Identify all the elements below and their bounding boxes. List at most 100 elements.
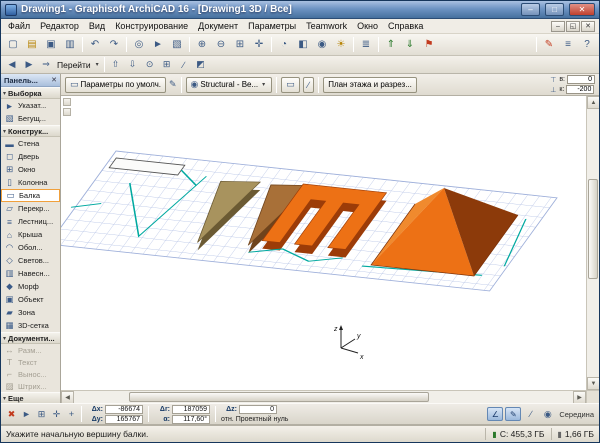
- menu-file[interactable]: Файл: [3, 20, 35, 32]
- arrow-tool-button[interactable]: ►: [149, 36, 167, 53]
- guide-lines-button[interactable]: ∕: [176, 57, 192, 72]
- forward-button[interactable]: ▶: [21, 57, 37, 72]
- menu-document[interactable]: Документ: [193, 20, 243, 32]
- snap-point-icon[interactable]: ◉: [540, 406, 555, 422]
- toolbox-item-wall[interactable]: ▬ Стена: [1, 137, 60, 150]
- vertical-scrollbar[interactable]: ▲ ▼: [586, 96, 599, 390]
- scroll-down-button[interactable]: ▼: [587, 377, 599, 390]
- toolbox-item-morph[interactable]: ◆ Морф: [1, 280, 60, 293]
- menu-help[interactable]: Справка: [383, 20, 428, 32]
- cancel-button[interactable]: ✖: [4, 406, 19, 422]
- toolbox-section-document[interactable]: ▾ Документи...: [1, 332, 60, 344]
- menu-view[interactable]: Вид: [84, 20, 110, 32]
- minimize-button[interactable]: –: [521, 3, 540, 16]
- pan-button[interactable]: ✛: [250, 36, 268, 53]
- horizontal-scrollbar[interactable]: ◀ ▶: [61, 390, 586, 403]
- mdi-close-button[interactable]: ✕: [581, 21, 595, 32]
- titlebar[interactable]: Drawing1 - Graphisoft ArchiCAD 16 - [Dra…: [1, 1, 599, 19]
- redo-button[interactable]: ↷: [105, 36, 123, 53]
- dr-input[interactable]: 187059: [172, 405, 210, 414]
- save-button[interactable]: ▣: [42, 36, 60, 53]
- toolbox-item-slab[interactable]: ▱ Перекр...: [1, 202, 60, 215]
- teamwork-send-button[interactable]: ⇑: [382, 36, 400, 53]
- 3d-viewport[interactable]: z y x ▲ ▼ ◀ ▶: [61, 96, 599, 403]
- guide-icon[interactable]: ∕: [523, 406, 538, 422]
- zoom-select-button[interactable]: ⊙: [142, 57, 158, 72]
- top-offset-input[interactable]: 0: [567, 75, 595, 84]
- open-folder-button[interactable]: ▤: [23, 36, 41, 53]
- layer-settings-button[interactable]: ≣: [357, 36, 375, 53]
- mdi-minimize-button[interactable]: –: [551, 21, 565, 32]
- new-file-button[interactable]: ▢: [4, 36, 22, 53]
- toolbox-section-selection[interactable]: ▾ Выборка: [1, 87, 60, 99]
- toolbox-item-shell[interactable]: ◠ Обол...: [1, 241, 60, 254]
- back-button[interactable]: ◀: [4, 57, 20, 72]
- fit-in-window-button[interactable]: ⊞: [231, 36, 249, 53]
- reference-level-label[interactable]: отн. Проектный нуль: [221, 416, 288, 423]
- menu-design[interactable]: Конструирование: [110, 20, 193, 32]
- toolbox-item-door[interactable]: ◻ Дверь: [1, 150, 60, 163]
- toolbox-item-curtain-wall[interactable]: ▥ Навесн...: [1, 267, 60, 280]
- story-down-button[interactable]: ⇩: [125, 57, 141, 72]
- angle-input[interactable]: 117,60°: [172, 415, 210, 424]
- favorites-dropdown[interactable]: ◉ Structural - Be... ▾: [186, 77, 273, 93]
- zoom-out-button[interactable]: ⊖: [212, 36, 230, 53]
- menu-edit[interactable]: Редактор: [35, 20, 84, 32]
- toolbox-item-marquee[interactable]: ▧ Бегущ...: [1, 112, 60, 125]
- scroll-right-button[interactable]: ▶: [573, 391, 586, 403]
- dy-input[interactable]: 165767: [105, 415, 143, 424]
- vertical-scroll-track[interactable]: [587, 109, 599, 377]
- floor-plan-section-button[interactable]: План этажа и разрез...: [323, 77, 417, 93]
- pen-sets-button[interactable]: ✎: [540, 36, 558, 53]
- origin-button[interactable]: ✛: [49, 406, 64, 422]
- toolbox-item-arrow[interactable]: ► Указат...: [1, 99, 60, 112]
- toolbox-item-skylight[interactable]: ◇ Светов...: [1, 254, 60, 267]
- toolbox-item-beam[interactable]: ▭ Балка: [1, 189, 60, 202]
- zoom-in-button[interactable]: ⊕: [193, 36, 211, 53]
- pen-toggle[interactable]: ✎: [505, 407, 521, 421]
- geometry-incline-button[interactable]: ∕: [303, 77, 315, 93]
- add-button[interactable]: +: [64, 406, 79, 422]
- toolbox-section-more[interactable]: ▾ Еще: [1, 392, 60, 403]
- close-icon[interactable]: ✕: [51, 76, 57, 84]
- horizontal-scroll-thumb[interactable]: [129, 392, 429, 402]
- default-settings-button[interactable]: ▭ Параметры по умолч.: [65, 77, 166, 93]
- bottom-offset-input[interactable]: -200: [566, 85, 594, 94]
- toolbox-item-column[interactable]: ▯ Колонна: [1, 176, 60, 189]
- scroll-left-button[interactable]: ◀: [61, 391, 74, 403]
- cursor-icon[interactable]: ►: [19, 406, 34, 422]
- orbit-button[interactable]: ◔: [275, 36, 293, 53]
- menu-teamwork[interactable]: Teamwork: [301, 20, 352, 32]
- mdi-restore-button[interactable]: ◱: [566, 21, 580, 32]
- toolbox-item-window[interactable]: ⊞ Окно: [1, 163, 60, 176]
- bookmark-flag-button[interactable]: ⚑: [420, 36, 438, 53]
- horizontal-scroll-track[interactable]: [74, 391, 573, 403]
- toolbox-item-object[interactable]: ▣ Объект: [1, 293, 60, 306]
- toolbox-header[interactable]: Панель... ✕: [1, 74, 60, 87]
- work-environment-button[interactable]: ≡: [559, 36, 577, 53]
- maximize-button[interactable]: □: [545, 3, 564, 16]
- toolbox-item-mesh[interactable]: ▦ 3D-сетка: [1, 319, 60, 332]
- geometry-straight-button[interactable]: ▭: [281, 77, 300, 93]
- tracker-toggle-button[interactable]: ⊞: [34, 406, 49, 422]
- toolbox-item-stair[interactable]: ≡ Лестниц...: [1, 215, 60, 228]
- trace-reference-button[interactable]: ◩: [193, 57, 209, 72]
- toolbox-item-zone[interactable]: ▰ Зона: [1, 306, 60, 319]
- menu-options[interactable]: Параметры: [243, 20, 301, 32]
- find-select-button[interactable]: ◎: [130, 36, 148, 53]
- viewport-pin-icon[interactable]: [63, 98, 71, 106]
- chevron-down-icon[interactable]: ▾: [94, 61, 101, 68]
- grid-toggle-button[interactable]: ⊞: [159, 57, 175, 72]
- relative-angle-toggle[interactable]: ∠: [487, 407, 503, 421]
- teamwork-receive-button[interactable]: ⇓: [401, 36, 419, 53]
- scroll-up-button[interactable]: ▲: [587, 96, 599, 109]
- camera-button[interactable]: ◉: [313, 36, 331, 53]
- dx-input[interactable]: -86674: [105, 405, 143, 414]
- help-button[interactable]: ?: [578, 36, 596, 53]
- go-to-label[interactable]: Перейти: [55, 60, 93, 70]
- close-button[interactable]: ✕: [569, 3, 595, 16]
- dz-input[interactable]: 0: [239, 405, 277, 414]
- toolbox-section-design[interactable]: ▾ Конструк...: [1, 125, 60, 137]
- pen-icon[interactable]: ✎: [169, 79, 177, 90]
- marquee-tool-button[interactable]: ▧: [168, 36, 186, 53]
